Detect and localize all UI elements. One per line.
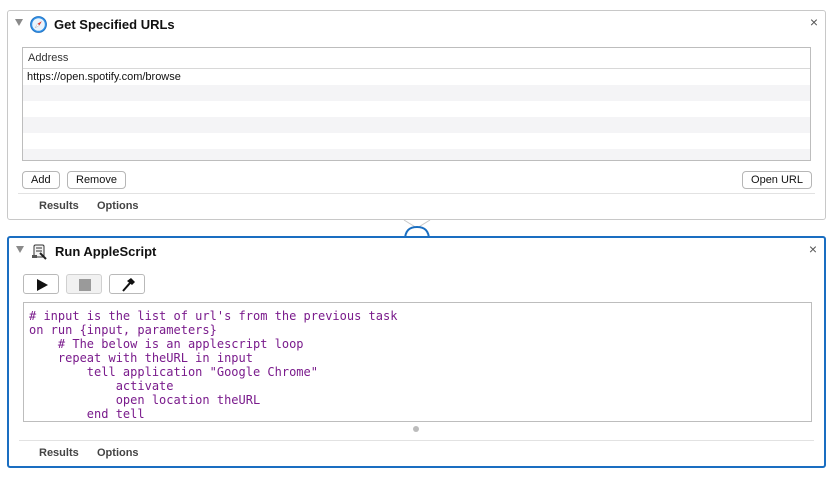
add-button[interactable]: Add: [22, 171, 60, 189]
action-header: Get Specified URLs ×: [8, 11, 825, 39]
run-button[interactable]: [23, 274, 59, 294]
script-editor[interactable]: # input is the list of url's from the pr…: [23, 302, 812, 422]
play-icon: [37, 279, 48, 291]
column-header-address[interactable]: Address: [23, 48, 810, 69]
table-row[interactable]: [23, 85, 810, 101]
compile-button[interactable]: [109, 274, 145, 294]
table-row[interactable]: https://open.spotify.com/browse: [23, 69, 810, 85]
code-line: end tell: [29, 407, 145, 421]
action-title: Run AppleScript: [55, 244, 157, 259]
action-get-specified-urls[interactable]: Get Specified URLs × Address https://ope…: [7, 10, 826, 220]
stop-icon: [79, 279, 91, 291]
code-line: # The below is an applescript loop: [29, 337, 304, 351]
table-row[interactable]: [23, 101, 810, 117]
code-line: repeat with theURL in input: [29, 351, 253, 365]
table-row[interactable]: [23, 149, 810, 160]
action-title: Get Specified URLs: [54, 17, 175, 32]
disclosure-triangle-icon[interactable]: [16, 246, 24, 253]
action-footer: Results Options: [8, 193, 825, 219]
table-row[interactable]: [23, 133, 810, 149]
code-line: # input is the list of url's from the pr…: [29, 309, 398, 323]
options-tab[interactable]: Options: [97, 447, 139, 459]
action-header: Run AppleScript ×: [9, 238, 824, 266]
close-icon[interactable]: ×: [810, 15, 818, 29]
divider: [19, 440, 814, 441]
hammer-icon: [122, 278, 135, 292]
action-footer: Results Options: [9, 440, 824, 466]
safari-compass-icon: [30, 16, 47, 33]
options-tab[interactable]: Options: [97, 200, 139, 212]
table-row[interactable]: [23, 117, 810, 133]
applescript-scroll-icon: [32, 244, 47, 260]
code-line: open location theURL: [29, 393, 261, 407]
stop-button[interactable]: [66, 274, 102, 294]
action-run-applescript[interactable]: Run AppleScript × # input is the list of…: [7, 236, 826, 468]
url-table[interactable]: Address https://open.spotify.com/browse: [22, 47, 811, 161]
results-tab[interactable]: Results: [39, 200, 79, 212]
divider: [18, 193, 815, 194]
results-tab[interactable]: Results: [39, 447, 79, 459]
code-line: on run {input, parameters}: [29, 323, 217, 337]
resize-handle[interactable]: [413, 426, 419, 432]
code-line: activate: [29, 379, 174, 393]
open-url-button[interactable]: Open URL: [742, 171, 812, 189]
disclosure-triangle-icon[interactable]: [15, 19, 23, 26]
close-icon[interactable]: ×: [809, 242, 817, 256]
remove-button[interactable]: Remove: [67, 171, 126, 189]
code-line: tell application "Google Chrome": [29, 365, 318, 379]
